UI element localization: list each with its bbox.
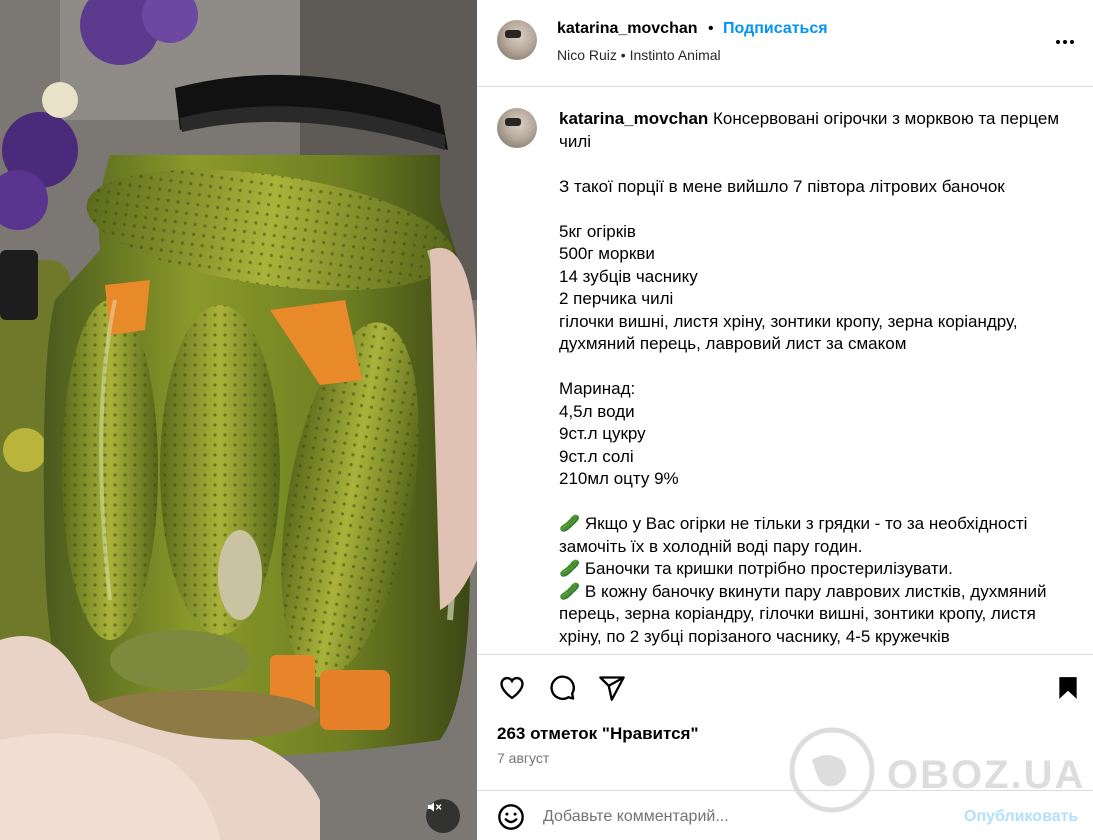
caption-username[interactable]: katarina_movchan — [559, 109, 708, 128]
share-icon — [599, 676, 625, 701]
more-options-button[interactable] — [1053, 32, 1077, 52]
save-button[interactable] — [1053, 673, 1083, 703]
pickle-jar-image — [0, 0, 477, 840]
add-comment-bar: Опубликовать — [477, 790, 1093, 840]
like-button[interactable] — [497, 673, 527, 703]
author-username[interactable]: katarina_movchan — [557, 20, 698, 38]
post-caption: katarina_movchan Консервовані огірочки з… — [559, 108, 1069, 648]
mute-button[interactable] — [426, 799, 460, 833]
heart-icon — [500, 676, 524, 700]
likes-count[interactable]: 263 отметок "Нравится" — [497, 724, 699, 744]
bookmark-icon — [1059, 677, 1077, 699]
post-details-panel: katarina_movchan • Подписаться Nico Ruiz… — [477, 0, 1093, 840]
caption-avatar[interactable] — [497, 108, 537, 148]
emoji-icon[interactable] — [497, 803, 525, 831]
comments-section[interactable]: katarina_movchan Консервовані огірочки з… — [477, 88, 1093, 654]
action-bar — [477, 654, 1093, 724]
audio-attribution[interactable]: Nico Ruiz • Instinto Animal — [557, 47, 721, 63]
separator-dot: • — [708, 20, 714, 37]
share-button[interactable] — [597, 673, 627, 703]
publish-button[interactable]: Опубликовать — [964, 808, 1078, 826]
follow-button[interactable]: Подписаться — [723, 20, 828, 38]
caption-text: Консервовані огірочки з морквою та перце… — [559, 109, 1060, 646]
comment-icon — [550, 675, 575, 700]
avatar[interactable] — [497, 20, 537, 60]
muted-speaker-icon — [428, 802, 442, 812]
post-date[interactable]: 7 август — [497, 750, 549, 766]
post-media[interactable] — [0, 0, 477, 840]
comment-button[interactable] — [547, 673, 577, 703]
more-options-icon — [1056, 40, 1060, 44]
comment-input[interactable] — [543, 803, 943, 831]
post-header: katarina_movchan • Подписаться Nico Ruiz… — [477, 0, 1093, 87]
